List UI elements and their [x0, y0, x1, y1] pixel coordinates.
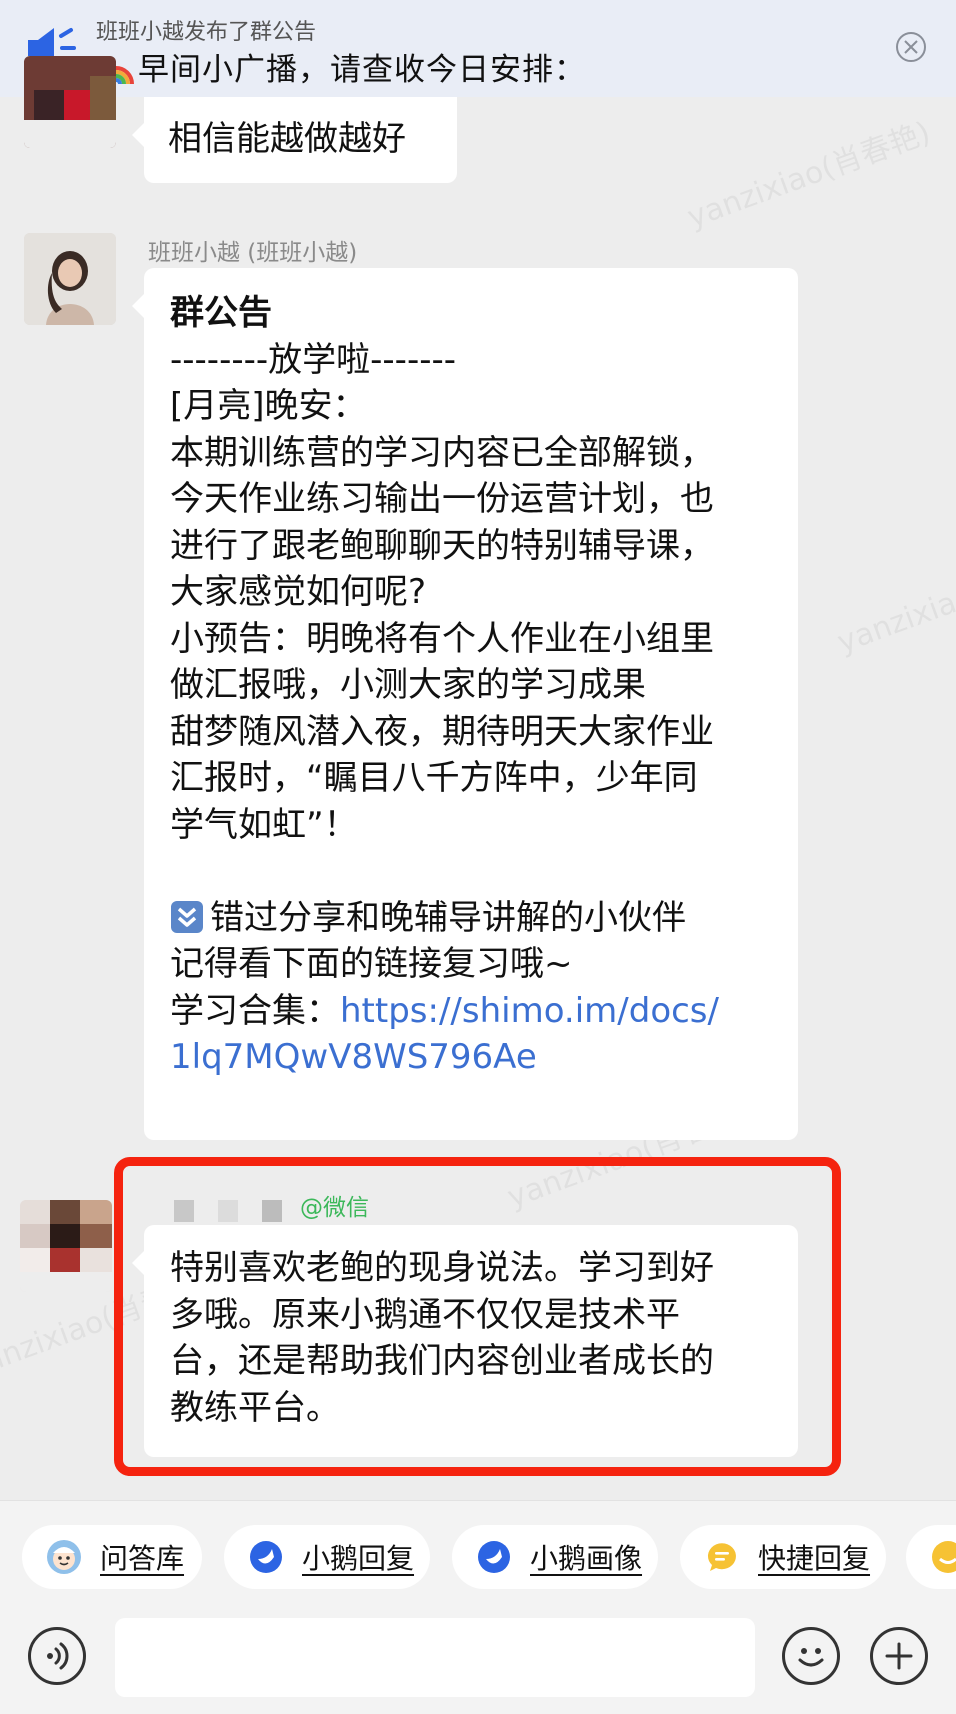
watermark: yanzixiao(肖春艳) — [682, 115, 935, 236]
group-notice-banner[interactable]: 班班小越发布了群公告 早间小广播，请查收今日安排： — [0, 0, 956, 97]
notice-publisher: 班班小越发布了群公告 — [96, 20, 317, 45]
quick-reply-more[interactable] — [906, 1525, 956, 1589]
announcement-line: 本期训练营的学习内容已全部解锁， — [170, 432, 714, 473]
doc-link[interactable]: 1lq7MQwV8WS796Ae — [170, 1037, 537, 1077]
quick-reply-xiaoe-reply[interactable]: 小鹅回复 — [224, 1525, 430, 1589]
announcement-line: 大家感觉如何呢? — [170, 572, 427, 612]
voice-icon — [47, 1642, 69, 1670]
announcement-line: 小预告：明晚将有个人作业在小组里 — [170, 618, 714, 659]
sender-name: 班班小越 (班班小越) — [148, 240, 358, 266]
avatar[interactable] — [20, 1200, 112, 1292]
emoji-button[interactable] — [782, 1627, 840, 1685]
quick-reply-qa-library[interactable]: 问答库 — [22, 1525, 202, 1589]
avatar[interactable] — [24, 233, 116, 325]
announcement-line: --------放学啦------- — [170, 339, 457, 380]
message-text: 相信能越做越好 — [168, 119, 406, 159]
chip-label: 快捷回复 — [758, 1542, 871, 1575]
plus-icon — [885, 1642, 913, 1670]
announcement-line: 学气如虹”！ — [170, 804, 358, 845]
more-actions-button[interactable] — [870, 1627, 928, 1685]
avatar-portrait — [24, 233, 116, 325]
double-down-arrow-icon — [171, 900, 203, 933]
xiaoe-portrait-icon — [478, 1541, 510, 1573]
announcement-bubble[interactable]: 群公告 --------放学啦------- [月亮]晚安： 本期训练营的学习内… — [132, 268, 798, 1140]
announcement-line: 汇报时，“瞩目八千方阵中，少年同 — [170, 758, 698, 798]
announcement-line: 学习合集：https://shimo.im/docs/ — [170, 988, 772, 1035]
avatar[interactable] — [24, 56, 116, 148]
announcement-line: 记得看下面的链接复习哦~ — [170, 944, 573, 984]
review-text: 错过分享和晚辅导讲解的小伙伴 — [210, 897, 686, 938]
message-bubble[interactable]: 相信能越做越好 — [132, 97, 457, 183]
announcement-title: 群公告 — [170, 293, 272, 333]
announcement-line: 甜梦随风潜入夜，期待明天大家作业 — [170, 711, 714, 752]
announcement-line: 今天作业练习输出一份运营计划，也 — [170, 479, 714, 519]
quick-reply-shortcut[interactable]: 快捷回复 — [680, 1525, 886, 1589]
notice-text: 早间小广播，请查收今日安排： — [138, 52, 586, 88]
chip-label: 小鹅回复 — [302, 1542, 415, 1575]
close-icon — [904, 40, 918, 54]
announcement-line: 错过分享和晚辅导讲解的小伙伴 — [170, 895, 772, 942]
message-input[interactable] — [115, 1618, 755, 1697]
chat-toolbar: 问答库 小鹅回复 小鹅画像 快捷回复 — [0, 1500, 956, 1714]
collection-label: 学习合集： — [170, 990, 340, 1031]
highlight-box — [114, 1157, 841, 1476]
close-notice-button[interactable] — [896, 32, 926, 62]
doc-link[interactable]: https://shimo.im/docs/ — [340, 991, 719, 1031]
smiley-icon — [798, 1648, 824, 1667]
voice-input-button[interactable] — [28, 1627, 86, 1685]
shortcut-reply-icon — [707, 1543, 736, 1571]
announcement-line: 进行了跟老鲍聊聊天的特别辅导课， — [170, 525, 714, 566]
watermark: yanzixiao(肖春艳) — [832, 540, 956, 661]
quick-reply-xiaoe-portrait[interactable]: 小鹅画像 — [452, 1525, 658, 1589]
qa-library-icon — [47, 1540, 81, 1574]
chip-label: 小鹅画像 — [530, 1542, 643, 1575]
xiaoe-reply-icon — [250, 1541, 282, 1573]
chip-label: 问答库 — [100, 1542, 185, 1575]
notice-preview: 早间小广播，请查收今日安排： — [96, 44, 586, 89]
announcement-line: [月亮]晚安： — [170, 386, 367, 426]
announcement-line: 做汇报哦，小测大家的学习成果 — [170, 665, 646, 705]
emoji-reply-icon — [932, 1541, 956, 1573]
